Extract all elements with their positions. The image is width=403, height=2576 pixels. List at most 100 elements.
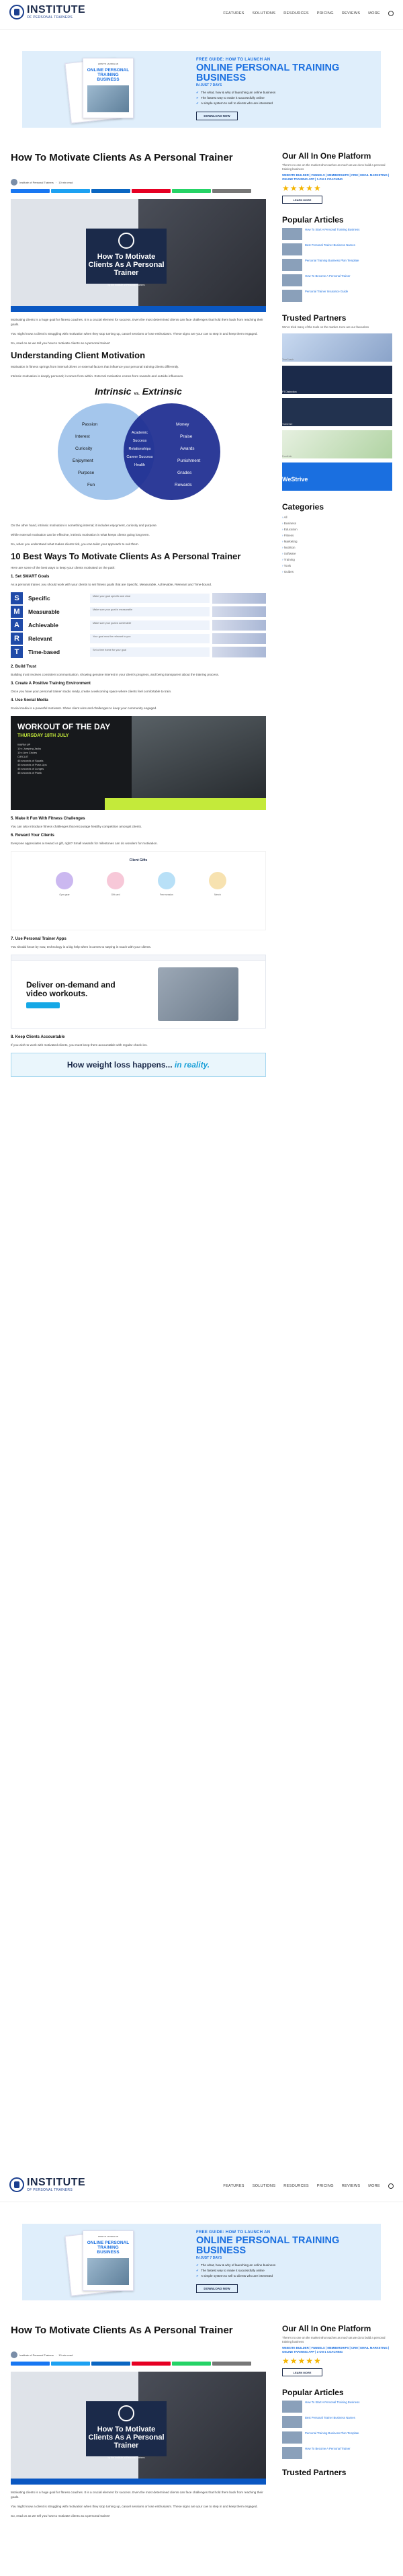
download-button[interactable]: DOWNLOAD NOW [196, 2284, 238, 2293]
meta-author[interactable]: Institute of Personal Trainers [19, 181, 54, 184]
learn-more-button[interactable]: LEARN MORE [282, 2368, 322, 2376]
logo-icon [9, 5, 24, 19]
site-logo[interactable]: INSTITUTE OF PERSONAL TRAINERS [9, 2177, 85, 2192]
article-meta: Institute of Personal Trainers · 10 min … [11, 179, 73, 186]
nav-item-more[interactable]: MORE [368, 2183, 380, 2189]
category-link[interactable]: Guides [282, 569, 392, 575]
nav-item-reviews[interactable]: REVIEWS [342, 11, 360, 16]
article-title: How To Motivate Clients As A Personal Tr… [11, 2325, 233, 2336]
popular-article[interactable]: How To Become A Personal Trainer [282, 274, 392, 286]
category-link[interactable]: Training [282, 557, 392, 563]
nav-item-features[interactable]: FEATURES [223, 11, 244, 16]
nav-item-reviews[interactable]: REVIEWS [342, 2183, 360, 2189]
share-twitter-button[interactable] [51, 2362, 90, 2366]
extrinsic-word: Awards [180, 446, 195, 451]
item-heading: 1. Set SMART Goals [11, 575, 50, 579]
partner-card[interactable]: WeStrive [282, 462, 392, 491]
promo-copy: FREE GUIDE: HOW TO LAUNCH AN ONLINE PERS… [196, 58, 371, 106]
logo-title: INSTITUTE [27, 2177, 86, 2188]
hero-sub: by the Institute of Personal Trainers [107, 2456, 145, 2459]
extrinsic-word: Money [176, 422, 189, 427]
search-icon[interactable] [388, 2183, 394, 2189]
partner-card[interactable]: PT Distinction [282, 366, 392, 394]
item-heading: 5. Make It Fun With Fitness Challenges [11, 817, 85, 821]
hero-title: How To Motivate Clients As A Personal Tr… [88, 2425, 165, 2450]
promo-bullet: The fastest way to make it successfully … [196, 2268, 371, 2273]
popular-article[interactable]: Best Personal Trainer Business Names [282, 2416, 392, 2428]
partner-card[interactable]: FoodHub [282, 430, 392, 458]
partners-title: Trusted Partners [282, 2468, 347, 2477]
learn-more-button[interactable]: LEARN MORE [282, 196, 322, 204]
nav-item-solutions[interactable]: SOLUTIONS [253, 2183, 275, 2189]
paragraph: Once you have your personal trainer stud… [11, 690, 172, 693]
app-cta-button[interactable] [26, 1002, 60, 1008]
share-whatsapp-button[interactable] [172, 2362, 211, 2366]
nav-item-more[interactable]: MORE [368, 11, 380, 16]
paragraph: Motivation in fitness springs from inter… [11, 365, 179, 368]
promo-bullets: The what, how & why of launching an onli… [196, 2263, 371, 2279]
app-topbar [11, 955, 265, 961]
popular-article[interactable]: Personal Training Business Plan Template [282, 259, 392, 271]
share-facebook-button[interactable] [11, 2362, 50, 2366]
nav-item-solutions[interactable]: SOLUTIONS [253, 11, 275, 16]
promo-bullet: The fastest way to make it successfully … [196, 95, 371, 101]
smart-row: R Relevant Your goal must be relevant to y… [11, 633, 266, 645]
app-video-thumbnail [158, 967, 238, 1021]
share-email-button[interactable] [212, 2362, 251, 2366]
popular-article[interactable]: How To Start A Personal Training Busines… [282, 2401, 392, 2413]
popular-article[interactable]: Personal Trainer Insurance Guide [282, 290, 392, 302]
nav-item-resources[interactable]: RESOURCES [283, 11, 309, 16]
share-pinterest-button[interactable] [132, 189, 171, 193]
category-link[interactable]: All [282, 514, 392, 520]
ebook-cover: HOW TO LAUNCH AN ONLINE PERSONAL TRAININ… [83, 58, 134, 118]
category-link[interactable]: Marketing [282, 538, 392, 545]
platform-links[interactable]: WEBSITE BUILDER | FUNNELS | MEMBERSHIPS … [282, 2346, 392, 2354]
weight-loss-graphic: How weight loss happens... in reality. [11, 1053, 266, 1077]
gift-card: Gift card [97, 872, 134, 911]
item-heading: 2. Build Trust [11, 665, 37, 669]
ebook-title: ONLINE PERSONAL TRAINING BUSINESS [87, 2241, 130, 2255]
partner-card[interactable]: TrueCoach [282, 333, 392, 362]
site-logo[interactable]: INSTITUTE OF PERSONAL TRAINERS [9, 5, 85, 19]
intro-paragraph: You might know a client is struggling wi… [11, 332, 258, 335]
share-pinterest-button[interactable] [132, 2362, 171, 2366]
intro-paragraph: Motivating clients is a huge goal for fi… [11, 2491, 263, 2499]
share-facebook-button[interactable] [11, 189, 50, 193]
hero-stripe [11, 306, 266, 312]
platform-title: Our All In One Platform [282, 2324, 371, 2333]
share-whatsapp-button[interactable] [172, 189, 211, 193]
category-link[interactable]: Fitness [282, 532, 392, 538]
download-button[interactable]: DOWNLOAD NOW [196, 112, 238, 120]
category-link[interactable]: Software [282, 551, 392, 557]
popular-article[interactable]: Best Personal Trainer Business Names [282, 243, 392, 255]
categories-title: Categories [282, 502, 324, 512]
share-linkedin-button[interactable] [91, 2362, 130, 2366]
nav-item-resources[interactable]: RESOURCES [283, 2183, 309, 2189]
popular-article[interactable]: How To Start A Personal Training Busines… [282, 228, 392, 240]
category-link[interactable]: Education [282, 526, 392, 532]
search-icon[interactable] [388, 11, 394, 16]
nav-item-pricing[interactable]: PRICING [317, 2183, 334, 2189]
partner-card[interactable]: Trainerize [282, 398, 392, 426]
ebook-kicker: HOW TO LAUNCH AN [97, 2235, 119, 2238]
logo-sub: OF PERSONAL TRAINERS [27, 2188, 73, 2192]
nav-item-features[interactable]: FEATURES [223, 2183, 244, 2189]
platform-links[interactable]: WEBSITE BUILDER | FUNNELS | MEMBERSHIPS … [282, 173, 392, 182]
share-email-button[interactable] [212, 189, 251, 193]
item-heading: 8. Keep Clients Accountable [11, 1035, 65, 1039]
category-link[interactable]: Nutrition [282, 545, 392, 551]
nav-item-pricing[interactable]: PRICING [317, 11, 334, 16]
category-link[interactable]: Tools [282, 563, 392, 569]
share-twitter-button[interactable] [51, 189, 90, 193]
category-link[interactable]: Business [282, 520, 392, 526]
popular-article[interactable]: Personal Training Business Plan Template [282, 2431, 392, 2444]
share-linkedin-button[interactable] [91, 189, 130, 193]
rating-stars: ★★★★★ [282, 184, 322, 193]
hero-logo-icon [118, 233, 134, 249]
item-heading: 4. Use Social Media [11, 698, 48, 702]
meta-author[interactable]: Institute of Personal Trainers [19, 2353, 54, 2357]
hero-title: How To Motivate Clients As A Personal Tr… [88, 253, 165, 277]
share-bar [11, 189, 251, 193]
popular-article[interactable]: How To Become A Personal Trainer [282, 2447, 392, 2459]
promo-kicker: FREE GUIDE: HOW TO LAUNCH AN [196, 58, 271, 62]
